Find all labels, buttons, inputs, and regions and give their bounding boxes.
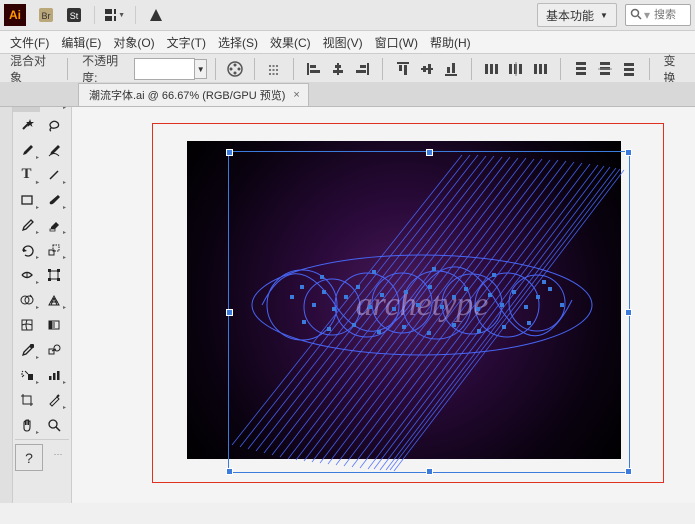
gpu-performance-icon[interactable]: [146, 5, 166, 25]
blend-tool[interactable]: [40, 337, 67, 362]
document-tab-row: 潮流字体.ai @ 66.67% (RGB/GPU 预览) ×: [0, 82, 695, 107]
rectangle-tool[interactable]: ▸: [13, 187, 40, 212]
menu-effect[interactable]: 效果(C): [264, 34, 317, 51]
distribute-vtop-icon[interactable]: [570, 59, 592, 79]
toolbox: ▸ ▸ T▸ ▸ ▸ ▸ ▸ ▸ ▸ ▸ ▸ ▸: [13, 85, 72, 503]
menu-object[interactable]: 对象(O): [107, 34, 160, 51]
control-bar: 混合对象 不透明度: ▼ 变换: [0, 54, 695, 85]
distribute-hright-icon[interactable]: [529, 59, 551, 79]
opacity-label: 不透明度:: [76, 52, 134, 86]
width-tool[interactable]: ▸: [13, 262, 40, 287]
eraser-tool[interactable]: ▸: [40, 212, 67, 237]
align-right-icon[interactable]: [351, 59, 373, 79]
app-logo-text: Ai: [9, 8, 21, 22]
divider: [649, 58, 650, 80]
align-bottom-icon[interactable]: [440, 59, 462, 79]
help-tool[interactable]: ?: [15, 444, 43, 471]
document-tab[interactable]: 潮流字体.ai @ 66.67% (RGB/GPU 预览) ×: [78, 83, 309, 106]
shaper-tool[interactable]: ▸: [13, 212, 40, 237]
app-logo: Ai: [4, 4, 26, 26]
pen-tool[interactable]: ▸: [13, 137, 40, 162]
transform-label[interactable]: 变换: [657, 52, 691, 86]
column-graph-tool[interactable]: ▸: [40, 362, 67, 387]
free-transform-tool[interactable]: [40, 262, 67, 287]
selection-bounding-box[interactable]: [228, 151, 630, 473]
magic-wand-tool[interactable]: [13, 112, 40, 137]
svg-text:St: St: [70, 11, 79, 21]
main-area: ▸▸ ▸ ▸ T▸ ▸ ▸ ▸ ▸ ▸ ▸ ▸ ▸: [0, 85, 695, 503]
rotate-tool[interactable]: ▸: [13, 237, 40, 262]
menu-type[interactable]: 文字(T): [161, 34, 212, 51]
workspace-label: 基本功能: [546, 7, 594, 24]
menu-edit[interactable]: 编辑(E): [55, 34, 107, 51]
align-top-icon[interactable]: [392, 59, 414, 79]
gradient-tool[interactable]: [40, 312, 67, 337]
bridge-icon[interactable]: Br: [36, 5, 56, 25]
arrange-documents-icon[interactable]: ▼: [105, 5, 125, 25]
type-tool[interactable]: T▸: [13, 162, 40, 187]
align-left-icon[interactable]: [303, 59, 325, 79]
scale-tool[interactable]: ▸: [40, 237, 67, 262]
canvas-area[interactable]: archetype: [72, 85, 695, 503]
menu-bar: 文件(F) 编辑(E) 对象(O) 文字(T) 选择(S) 效果(C) 视图(V…: [0, 31, 695, 54]
divider: [215, 58, 216, 80]
toolbox-options[interactable]: ⋯: [45, 442, 71, 467]
curvature-tool[interactable]: [40, 137, 67, 162]
document-tab-label: 潮流字体.ai @ 66.67% (RGB/GPU 预览): [89, 87, 285, 103]
svg-text:Br: Br: [42, 11, 51, 21]
hand-tool[interactable]: ▸: [13, 412, 40, 437]
align-vcenter-icon[interactable]: [416, 59, 438, 79]
menu-window[interactable]: 窗口(W): [369, 34, 424, 51]
slice-tool[interactable]: ▸: [40, 387, 67, 412]
shape-builder-tool[interactable]: ▸: [13, 287, 40, 312]
artboard-tool[interactable]: [13, 387, 40, 412]
divider: [560, 58, 561, 80]
search-input[interactable]: [652, 8, 686, 22]
symbol-sprayer-tool[interactable]: ▸: [13, 362, 40, 387]
distribute-vbottom-icon[interactable]: [618, 59, 640, 79]
menu-select[interactable]: 选择(S): [212, 34, 264, 51]
chevron-down-icon: ▼: [600, 11, 608, 20]
divider: [67, 58, 68, 80]
zoom-tool[interactable]: [40, 412, 67, 437]
menu-file[interactable]: 文件(F): [4, 34, 55, 51]
opacity-input[interactable]: [134, 58, 195, 80]
stock-icon[interactable]: St: [64, 5, 84, 25]
menu-help[interactable]: 帮助(H): [424, 34, 477, 51]
distribute-hleft-icon[interactable]: [481, 59, 503, 79]
divider: [135, 6, 136, 24]
divider: [94, 6, 95, 24]
align-hcenter-icon[interactable]: [327, 59, 349, 79]
opacity-dropdown[interactable]: ▼: [195, 59, 207, 79]
close-tab-icon[interactable]: ×: [293, 89, 299, 101]
selection-type-label: 混合对象: [4, 52, 59, 86]
eyedropper-tool[interactable]: ▸: [13, 337, 40, 362]
align-options-icon[interactable]: [265, 59, 283, 79]
lasso-tool[interactable]: [40, 112, 67, 137]
workspace-switcher[interactable]: 基本功能 ▼: [537, 3, 617, 27]
app-topbar: Ai Br St ▼ 基本功能 ▼ ▾: [0, 0, 695, 31]
divider: [254, 58, 255, 80]
mesh-tool[interactable]: [13, 312, 40, 337]
search-box[interactable]: ▾: [625, 4, 691, 26]
paintbrush-tool[interactable]: ▸: [40, 187, 67, 212]
divider: [471, 58, 472, 80]
menu-view[interactable]: 视图(V): [317, 34, 369, 51]
divider: [382, 58, 383, 80]
perspective-grid-tool[interactable]: ▸: [40, 287, 67, 312]
divider: ▾: [644, 8, 650, 22]
distribute-hcenter-icon[interactable]: [505, 59, 527, 79]
line-segment-tool[interactable]: ▸: [40, 162, 67, 187]
tool-panel-rail[interactable]: ▸▸: [0, 85, 13, 503]
divider: [293, 58, 294, 80]
recolor-artwork-icon[interactable]: [226, 59, 244, 79]
search-icon: [630, 8, 642, 23]
distribute-vcenter-icon[interactable]: [594, 59, 616, 79]
